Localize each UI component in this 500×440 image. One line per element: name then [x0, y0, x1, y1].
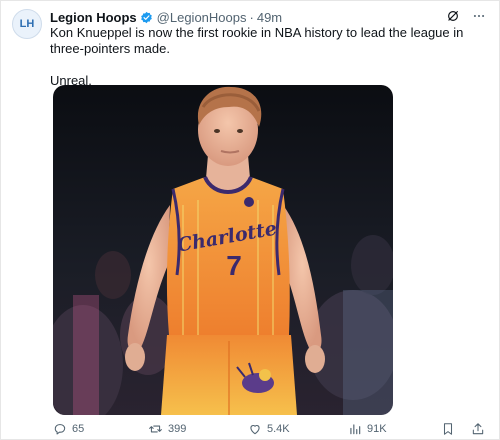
tweet-body: Kon Knueppel is now the first rookie in … [50, 25, 480, 89]
action-bar: 65 399 5.4K 91K [53, 422, 485, 438]
like-icon [248, 422, 262, 436]
share-icon[interactable] [471, 422, 485, 439]
repost-count: 399 [168, 423, 187, 435]
grok-icon[interactable] [446, 9, 460, 26]
repost-button[interactable]: 399 [148, 422, 186, 436]
reply-button[interactable]: 65 [53, 422, 84, 436]
tweet-photo[interactable]: Charlotte 7 [53, 85, 393, 415]
player-photo: Charlotte 7 [53, 85, 393, 415]
reply-count: 65 [72, 423, 85, 435]
reply-icon [53, 422, 67, 436]
author-avatar[interactable]: LH [12, 9, 42, 39]
bookmark-icon[interactable] [441, 422, 455, 439]
author-handle[interactable]: @LegionHoops [157, 10, 247, 25]
tweet-header: Legion Hoops @LegionHoops · 49m [50, 9, 486, 25]
verified-badge-icon [140, 11, 153, 24]
like-count: 5.4K [267, 423, 290, 435]
tweet-text: Kon Knueppel is now the first rookie in … [50, 25, 464, 56]
jersey-number: 7 [226, 250, 242, 281]
action-bar-right [441, 422, 485, 439]
tweet-timestamp[interactable]: 49m [257, 10, 282, 25]
separator-dot: · [249, 9, 254, 25]
repost-icon [148, 422, 163, 436]
author-name[interactable]: Legion Hoops [50, 10, 137, 25]
like-button[interactable]: 5.4K [248, 422, 290, 436]
header-actions [446, 9, 486, 26]
views-button[interactable]: 91K [348, 422, 387, 436]
more-icon[interactable] [472, 9, 486, 26]
views-icon [348, 422, 362, 436]
views-count: 91K [367, 423, 387, 435]
jersey-patch-icon [244, 197, 254, 207]
